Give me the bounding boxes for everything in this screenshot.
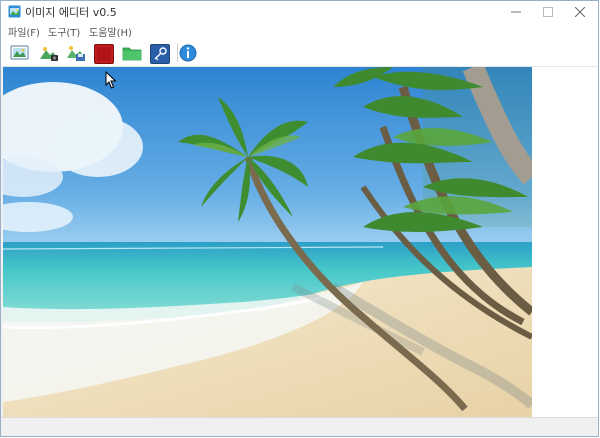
minimize-icon	[511, 11, 521, 13]
landscape-edit-button[interactable]	[39, 43, 59, 63]
maximize-icon	[543, 7, 553, 17]
red-square-icon	[97, 47, 111, 61]
info-button[interactable]	[178, 43, 198, 63]
app-window: 이미지 에디터 v0.5 파일(F) 도구(T) 도움말(H)	[0, 0, 599, 437]
menu-help[interactable]: 도움말(H)	[89, 24, 132, 39]
info-icon	[179, 44, 197, 62]
window-title: 이미지 에디터 v0.5	[25, 6, 117, 19]
close-button[interactable]	[564, 1, 596, 23]
open-image-button[interactable]	[10, 43, 30, 63]
key-icon	[154, 47, 167, 61]
image-canvas[interactable]	[3, 67, 532, 417]
toolbar	[1, 40, 598, 67]
folder-icon	[122, 47, 142, 61]
key-button[interactable]	[150, 44, 170, 64]
open-image-icon	[10, 45, 29, 60]
save-image-icon	[67, 46, 85, 61]
landscape-edit-icon	[40, 47, 58, 61]
red-tool-button[interactable]	[94, 44, 114, 64]
title-bar[interactable]: 이미지 에디터 v0.5	[1, 1, 598, 23]
close-icon	[575, 7, 585, 17]
status-bar	[1, 417, 598, 436]
menu-bar: 파일(F) 도구(T) 도움말(H)	[1, 23, 598, 40]
beach-image	[3, 67, 532, 417]
side-panel	[532, 67, 598, 417]
folder-button[interactable]	[122, 43, 142, 63]
save-image-button[interactable]	[66, 43, 86, 63]
menu-tools[interactable]: 도구(T)	[48, 24, 80, 39]
minimize-button[interactable]	[500, 1, 532, 23]
app-icon	[8, 5, 21, 18]
menu-file[interactable]: 파일(F)	[8, 24, 40, 39]
maximize-button[interactable]	[532, 1, 564, 23]
mouse-cursor-icon	[105, 71, 117, 89]
